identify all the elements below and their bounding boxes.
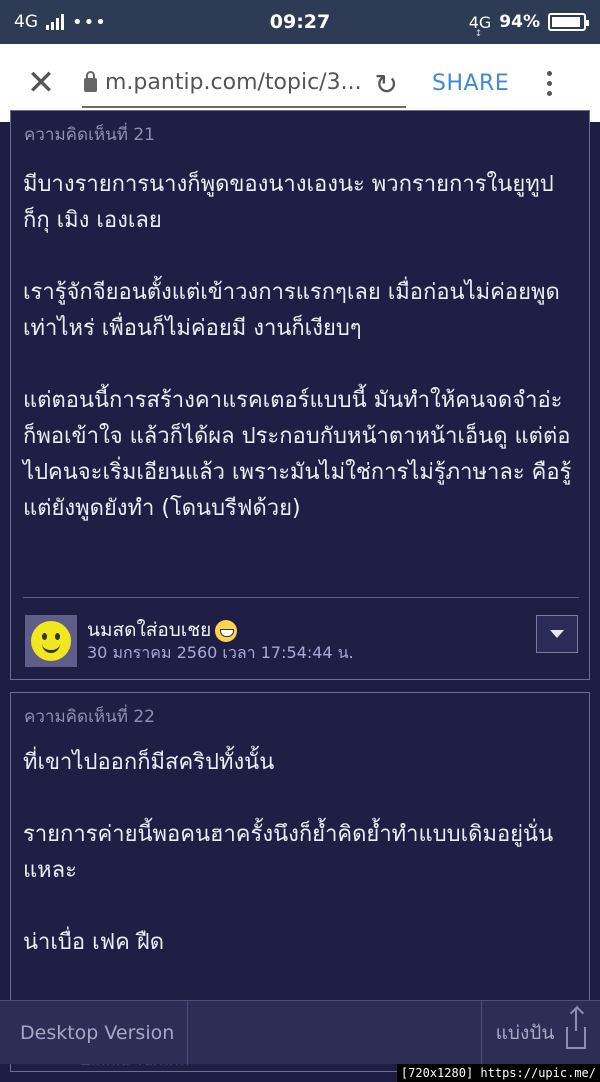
comment-body: ที่เขาไปออกก็มีสคริปทั้งนั้น รายการค่ายน… xyxy=(23,745,579,997)
comment-menu-button[interactable] xyxy=(536,615,578,653)
desktop-version-button[interactable]: Desktop Version xyxy=(0,1001,188,1065)
more-notifications-icon: ••• xyxy=(72,11,107,33)
smiley-avatar-icon xyxy=(31,621,71,661)
comment-paragraph: แต่ตอนนี้การสร้างคาแรคเตอร์แบบนี้ มันทำใ… xyxy=(23,388,572,521)
url-text: m.pantip.com/topic/3... xyxy=(105,69,362,95)
status-bar: 4G ••• 09:27 4G ↕ 94% xyxy=(0,0,600,44)
network-type: 4G xyxy=(14,12,38,32)
bottom-bar-spacer xyxy=(188,1001,482,1065)
comment-card: ความคิดเห็นที่ 21 มีบางรายการนางก็พูดของ… xyxy=(10,110,590,680)
reload-icon[interactable]: ↻ xyxy=(375,68,398,101)
status-right: 4G ↕ 94% xyxy=(468,12,589,39)
close-icon[interactable]: ✕ xyxy=(0,63,82,103)
comment-paragraph: น่าเบื่อ เฟค ฝืด xyxy=(23,930,165,955)
share-label: แบ่งปัน xyxy=(495,1022,555,1044)
share-thread-button[interactable]: แบ่งปัน xyxy=(482,1001,600,1065)
comment-number: ความคิดเห็นที่ 21 xyxy=(24,125,155,145)
mobile-data-icon: 4G ↕ xyxy=(468,12,492,39)
share-button[interactable]: SHARE xyxy=(432,71,509,96)
comment-body: มีบางรายการนางก็พูดของนางเองนะ พวกรายการ… xyxy=(23,167,579,563)
signal-icon xyxy=(46,14,64,30)
grin-emoji-icon xyxy=(215,619,238,642)
comment-paragraph: เรารู้จักจียอนตั้งแต่เข้าวงการแรกๆเลย เม… xyxy=(23,280,560,341)
comment-paragraph: รายการค่ายนี้พอคนฮาครั้งนึงก็ย้ำคิดย้ำทำ… xyxy=(23,822,554,883)
status-left: 4G ••• xyxy=(14,12,107,33)
comment-number: ความคิดเห็นที่ 22 xyxy=(24,707,155,727)
caret-down-icon xyxy=(550,630,564,638)
battery-percent: 94% xyxy=(499,12,540,32)
bottom-bar: Desktop Version แบ่งปัน xyxy=(0,1000,600,1065)
post-date: 30 มกราคม 2560 เวลา 17:54:44 น. xyxy=(87,643,354,662)
avatar[interactable] xyxy=(25,615,77,667)
comment-paragraph: ที่เขาไปออกก็มีสคริปทั้งนั้น xyxy=(23,750,275,775)
lock-icon xyxy=(84,71,97,92)
comment-paragraph: มีบางรายการนางก็พูดของนางเองนะ พวกรายการ… xyxy=(23,172,554,233)
address-bar[interactable]: m.pantip.com/topic/3... ↻ xyxy=(82,58,406,108)
battery-icon xyxy=(548,13,589,31)
share-icon xyxy=(566,1009,587,1049)
more-options-icon[interactable] xyxy=(547,70,553,96)
watermark: [720x1280] https://upic.me/ xyxy=(396,1064,600,1082)
divider xyxy=(23,597,579,598)
